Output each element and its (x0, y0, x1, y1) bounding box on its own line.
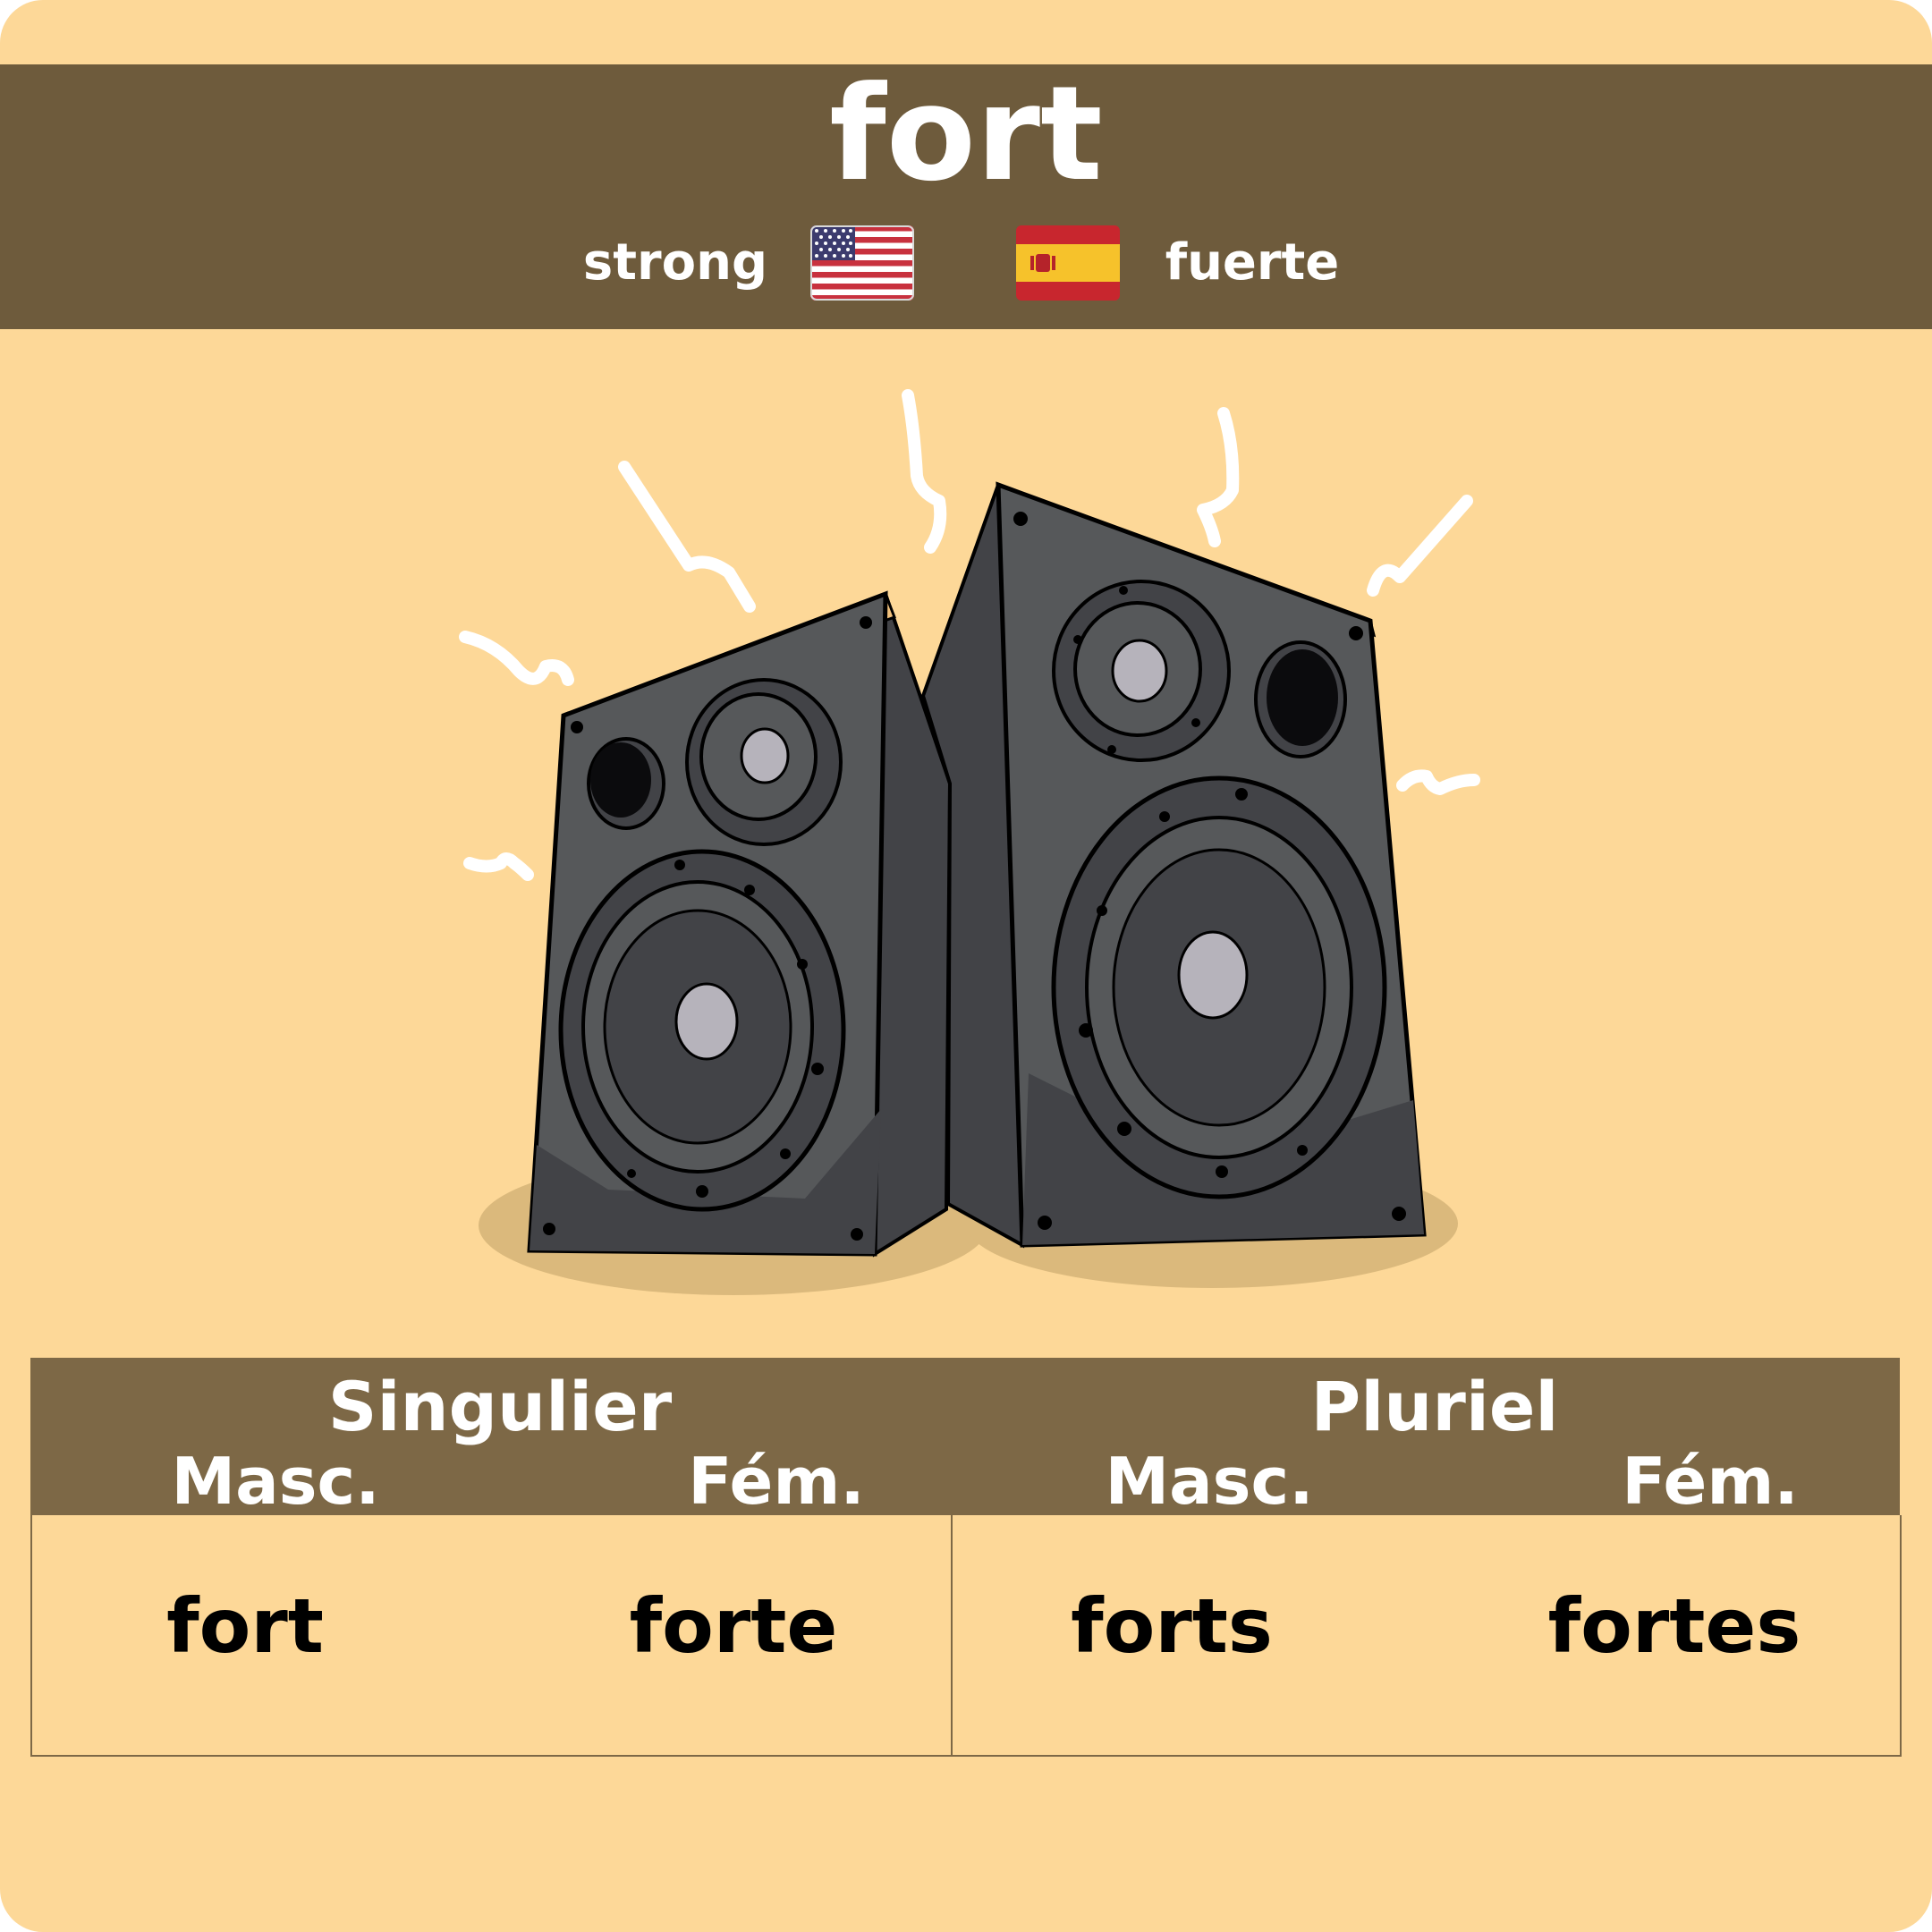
form-plur-masc: forts (1071, 1582, 1273, 1670)
subheader-plur-masc: Masc. (1105, 1444, 1314, 1519)
column-divider (951, 1515, 953, 1757)
subheader-sing-fem: Fém. (688, 1444, 865, 1519)
spanish-translation: fuerte (1165, 233, 1340, 292)
speakers-illustration (459, 389, 1480, 1295)
group-pluriel: Pluriel (1310, 1367, 1559, 1446)
subheader-plur-fem: Fém. (1622, 1444, 1799, 1519)
group-singulier: Singulier (327, 1367, 673, 1446)
vocabulary-card: fort strong fuerte Singulier Pluriel Mas… (0, 0, 1932, 1932)
form-sing-fem: forte (629, 1582, 838, 1670)
subheader-sing-masc: Masc. (171, 1444, 380, 1519)
us-flag-icon (810, 225, 914, 301)
word-title: fort (829, 58, 1103, 210)
declension-table: Singulier Pluriel Masc. Fém. Masc. Fém. … (30, 1358, 1902, 1757)
spain-flag-icon (1016, 225, 1120, 301)
english-translation: strong (582, 233, 768, 292)
form-plur-fem: fortes (1547, 1582, 1801, 1670)
form-sing-masc: fort (166, 1582, 324, 1670)
